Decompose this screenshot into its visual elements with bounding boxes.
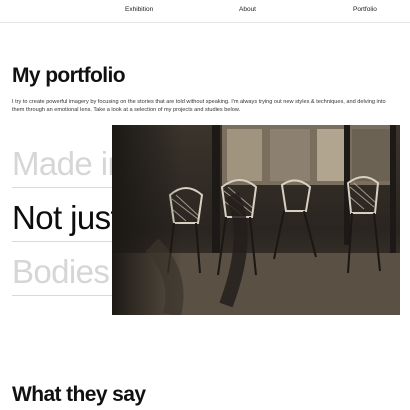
cafe-chairs-image [112, 125, 400, 315]
project-label: Made in [12, 145, 126, 182]
nav-link-exhibition[interactable]: Exhibition [125, 6, 153, 13]
nav-link-portfolio[interactable]: Portfolio [353, 6, 377, 13]
project-label: Bodies [12, 253, 110, 290]
project-preview-photo [112, 125, 400, 315]
top-navigation: Exhibition About Portfolio [0, 0, 410, 23]
intro-paragraph: I try to create powerful imagery by focu… [12, 99, 386, 114]
page-title: My portfolio [12, 64, 126, 87]
nav-link-about[interactable]: About [239, 6, 256, 13]
testimonials-title: What they say [12, 383, 146, 406]
